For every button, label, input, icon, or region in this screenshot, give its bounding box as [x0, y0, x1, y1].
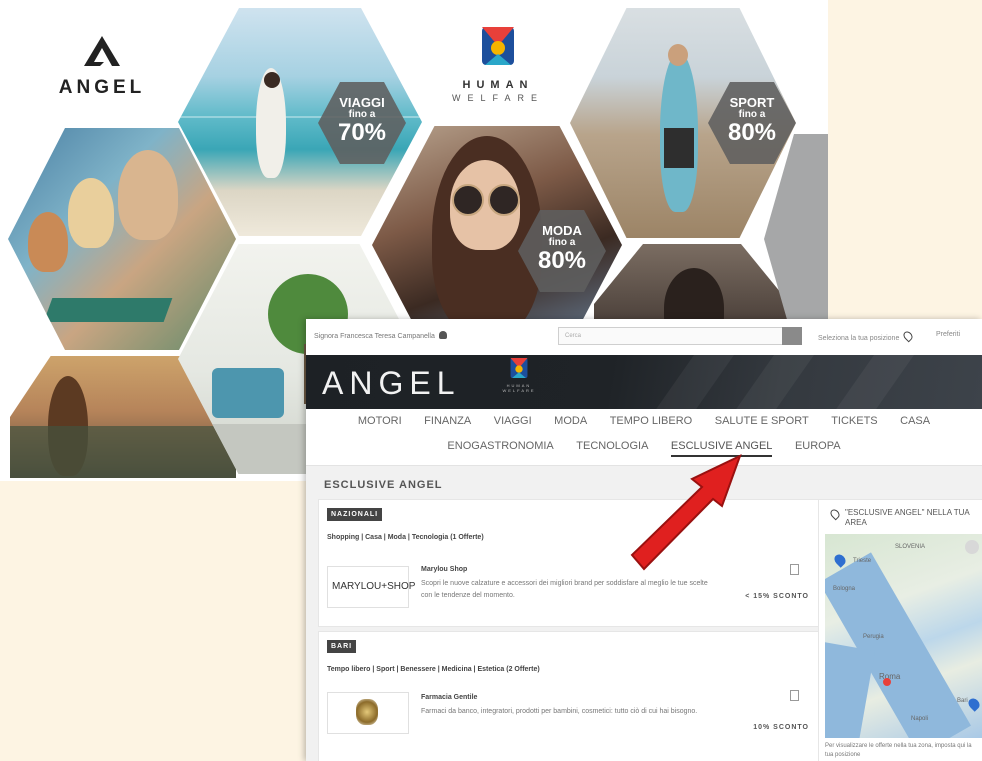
nav-tecnologia[interactable]: TECNOLOGIA	[576, 440, 648, 455]
nav-moda[interactable]: MODA	[554, 415, 587, 430]
nav-salute-e-sport[interactable]: SALUTE E SPORT	[715, 415, 809, 430]
human-welfare-logo: HUMAN WELFARE	[442, 26, 554, 103]
location-selector[interactable]: Seleziona la tua posizione	[818, 329, 917, 343]
offer-description: Scopri le nuove calzature e accessori de…	[421, 580, 708, 599]
offer-name[interactable]: Farmacia Gentile	[421, 694, 477, 701]
nav-viaggi[interactable]: VIAGGI	[494, 415, 532, 430]
mother-figure	[68, 178, 114, 248]
bookmark-icon[interactable]	[790, 690, 799, 701]
nav-casa[interactable]: CASA	[900, 415, 930, 430]
offer-group-bari: BARI Tempo libero | Sport | Benessere | …	[318, 631, 820, 761]
father-figure	[118, 150, 178, 240]
map-marker-icon[interactable]	[966, 696, 982, 712]
angel-logo: ANGEL	[56, 34, 148, 99]
offer-name[interactable]: Marylou Shop	[421, 566, 467, 573]
offer-description: Farmaci da banco, integratori, prodotti …	[421, 708, 698, 715]
map-marker-icon[interactable]	[832, 552, 848, 568]
nav-tempo-libero[interactable]: TEMPO LIBERO	[610, 415, 693, 430]
nav-europa[interactable]: EUROPA	[795, 440, 841, 455]
discount-label: < 15% SCONTO	[745, 593, 809, 600]
website-screenshot: Signora Francesca Teresa Campanella Cerc…	[306, 319, 982, 761]
site-header: ANGEL HUMAN WELFARE	[306, 355, 982, 409]
offers-map[interactable]: SLOVENIA Trieste Bologna Perugia Roma Na…	[825, 534, 982, 738]
nav-enogastronomia[interactable]: ENOGASTRONOMIA	[447, 440, 553, 455]
location-pin-icon	[828, 507, 842, 521]
user-name[interactable]: Signora Francesca Teresa Campanella	[314, 331, 447, 340]
group-tag: NAZIONALI	[327, 508, 383, 521]
group-categories[interactable]: Shopping | Casa | Moda | Tecnologia (1 O…	[327, 534, 484, 541]
group-tag: BARI	[327, 640, 357, 653]
nav-finanza[interactable]: FINANZA	[424, 415, 471, 430]
board-game	[43, 298, 173, 322]
nav-esclusive-angel[interactable]: ESCLUSIVE ANGEL	[670, 440, 773, 457]
offer-group-nazionali: NAZIONALI Shopping | Casa | Moda | Tecno…	[318, 499, 820, 627]
marylou-logo[interactable]: MARYLOU+SHOP	[327, 566, 415, 608]
badge-viaggi: VIAGGI fino a 70%	[318, 82, 406, 164]
child-figure	[28, 212, 68, 272]
pharmacy-logo-icon	[356, 699, 378, 725]
category-nav: MOTORI FINANZA VIAGGI MODA TEMPO LIBERO …	[306, 409, 982, 466]
badge-sport: SPORT fino a 80%	[708, 82, 796, 164]
search-button[interactable]	[782, 327, 802, 345]
map-marker-icon[interactable]	[883, 678, 891, 686]
pharmacy-logo[interactable]	[327, 692, 409, 734]
armchair	[212, 368, 284, 418]
human-welfare-icon	[482, 27, 514, 65]
nav-motori[interactable]: MOTORI	[358, 415, 402, 430]
top-bar: Signora Francesca Teresa Campanella Cerc…	[306, 319, 982, 356]
search-input[interactable]: Cerca	[558, 327, 796, 345]
user-icon[interactable]	[438, 331, 447, 339]
nav-tickets[interactable]: TICKETS	[831, 415, 877, 430]
map-note: Per visualizzare le offerte nella tua zo…	[825, 743, 972, 758]
human-welfare-icon	[510, 357, 528, 379]
sunglasses-left	[452, 184, 484, 216]
section-title: ESCLUSIVE ANGEL	[324, 479, 443, 491]
map-panel-title: "ESCLUSIVE ANGEL" NELLA TUA AREA	[845, 508, 970, 527]
location-pin-icon[interactable]	[901, 329, 915, 343]
discount-label: 10% SCONTO	[753, 724, 809, 731]
zoom-icon[interactable]	[965, 540, 979, 554]
human-welfare-mini-logo: HUMAN WELFARE	[499, 357, 539, 393]
sport-photo: SPORT fino a 80%	[570, 8, 796, 238]
map-panel: "ESCLUSIVE ANGEL" NELLA TUA AREA SLOVENI…	[818, 499, 982, 761]
sunglasses-right	[488, 184, 520, 216]
site-logo[interactable]: ANGEL	[322, 365, 460, 402]
bookmark-icon[interactable]	[790, 564, 799, 575]
group-categories[interactable]: Tempo libero | Sport | Benessere | Medic…	[327, 666, 540, 673]
favorites-link[interactable]: Preferiti	[936, 331, 960, 338]
angel-logo-icon	[84, 36, 120, 66]
